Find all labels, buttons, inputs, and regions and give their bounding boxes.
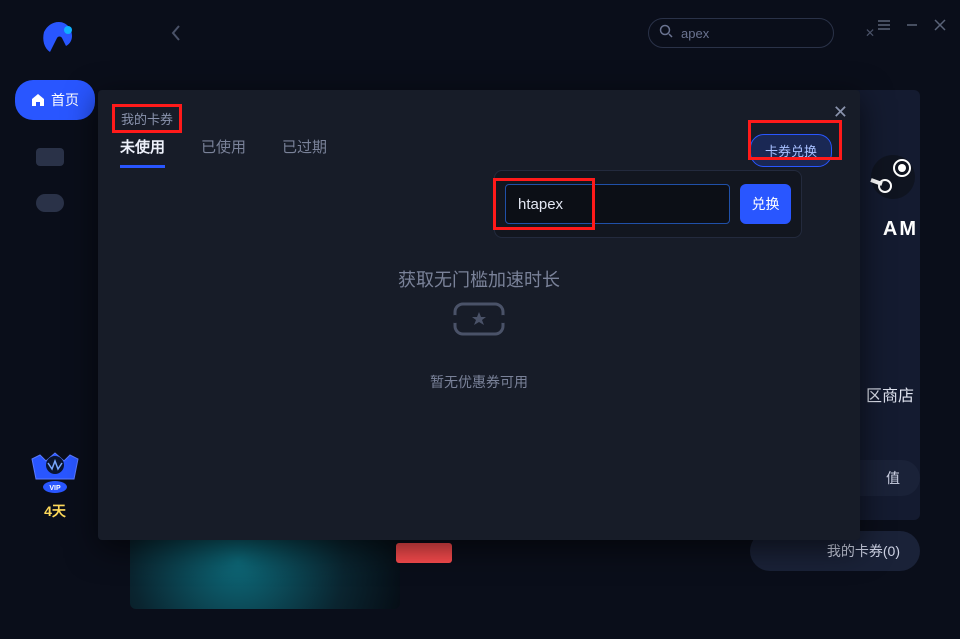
menu-icon[interactable]: [876, 17, 892, 33]
tab-used[interactable]: 已使用: [201, 136, 246, 168]
search-icon: [659, 24, 673, 43]
tab-expired[interactable]: 已过期: [282, 136, 327, 168]
search-box[interactable]: ✕: [648, 18, 834, 48]
steam-icon: [870, 154, 916, 200]
empty-state-text: 暂无优惠券可用: [430, 372, 528, 392]
app-logo: [36, 18, 82, 64]
close-window-icon[interactable]: [932, 17, 948, 33]
tab-unused[interactable]: 未使用: [120, 136, 165, 168]
minimize-icon[interactable]: [904, 17, 920, 33]
home-button[interactable]: 首页: [15, 80, 95, 120]
clear-search-icon[interactable]: ✕: [865, 26, 875, 40]
redeem-submit-button[interactable]: 兑换: [740, 184, 791, 224]
back-icon[interactable]: [170, 24, 182, 47]
brand-text: AM: [883, 218, 918, 241]
redeem-code-input[interactable]: [505, 184, 730, 224]
home-label: 首页: [51, 90, 79, 110]
coupon-modal: 我的卡券 ✕ 未使用 已使用 已过期 卡券兑换 兑换 获取无门槛加速时长 暂无优…: [98, 90, 860, 540]
vip-badge[interactable]: VIP: [24, 447, 86, 495]
vip-days: 4天: [44, 501, 66, 521]
highlight-box: [748, 120, 842, 160]
search-input[interactable]: [681, 26, 857, 41]
store-label: 区商店: [866, 382, 914, 406]
modal-title: 我的卡券: [112, 104, 182, 133]
promo-text: 获取无门槛加速时长: [398, 266, 560, 292]
svg-text:VIP: VIP: [49, 485, 61, 492]
promo-tag: [396, 543, 452, 563]
sidebar-item-gamepad[interactable]: [36, 194, 64, 212]
sidebar-item-monitor[interactable]: [36, 148, 64, 166]
ticket-icon: [453, 298, 505, 340]
redeem-code-panel: 兑换: [494, 170, 802, 238]
